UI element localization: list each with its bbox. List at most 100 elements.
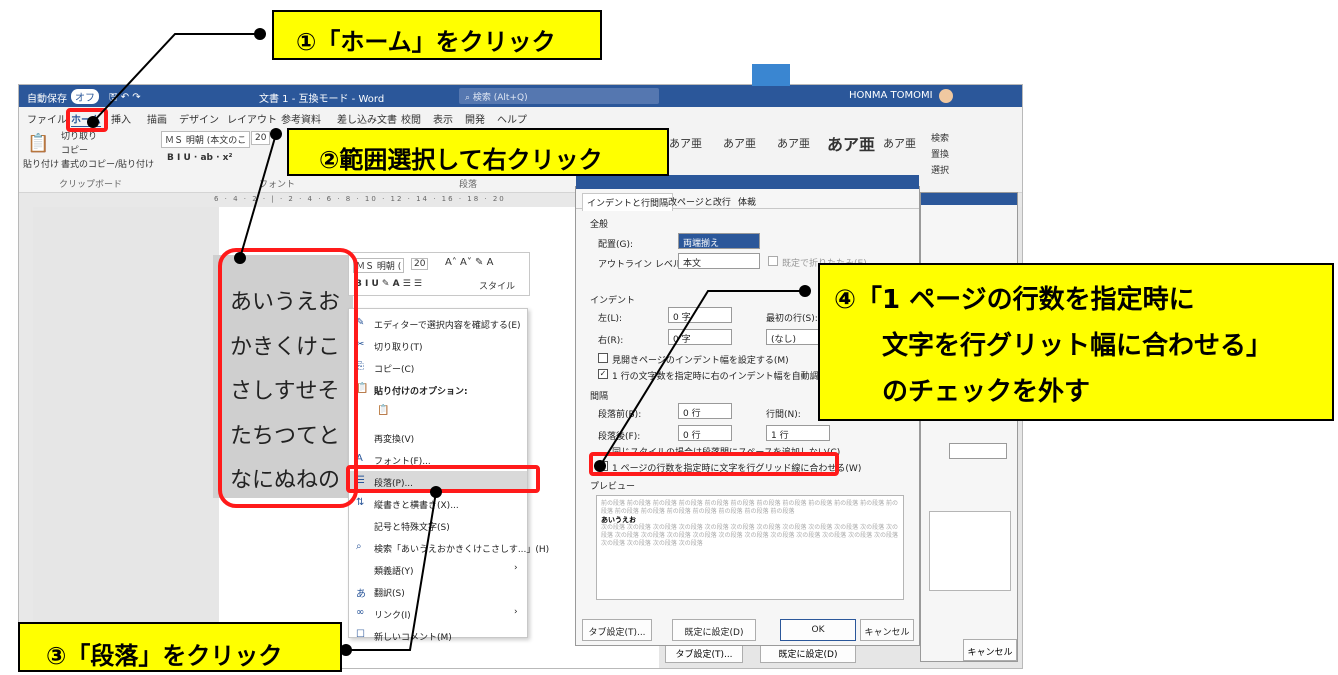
callout-4-line-3: のチェックを外す (882, 377, 1091, 407)
menu-item-copy[interactable]: ⎘ コピー(C) (349, 357, 527, 379)
tab-references[interactable]: 参考資料 (281, 111, 321, 126)
tab-developer[interactable]: 開発 (465, 111, 485, 126)
general-heading: 全般 (590, 220, 609, 230)
right-indent-input[interactable]: 0 字 (668, 329, 732, 345)
after-input[interactable]: 0 行 (678, 425, 732, 441)
style-title[interactable]: あア亜 (883, 135, 916, 151)
menu-item-link[interactable]: ∞ リンク(I) › (349, 603, 527, 625)
mini-styles-label[interactable]: スタイル (479, 279, 515, 292)
autosave-toggle[interactable]: オフ (71, 89, 99, 104)
dialog-tabs: インデントと行間隔 改ページと改行 体裁 (576, 187, 919, 211)
search-input[interactable]: ⌕ 検索 (Alt+Q) (459, 88, 659, 104)
before-label: 段落前(B): (598, 410, 642, 420)
paste-icon[interactable]: 📋 (27, 133, 49, 154)
collapsed-checkbox[interactable] (768, 256, 778, 266)
mirror-indent-label: 見開きページのインデント幅を設定する(M) (612, 356, 789, 366)
style-no-spacing[interactable]: あア亜 (723, 135, 756, 151)
alignment-select[interactable]: 両端揃え (678, 233, 760, 249)
font-name-select[interactable]: ＭＳ 明朝 (本文のこ (161, 131, 251, 148)
menu-item-search[interactable]: ⌕ 検索「あいうえおかきくけこさしす...」(H) (349, 537, 549, 559)
back-dialog-preview (929, 511, 1011, 591)
menu-item-cut[interactable]: ✂ 切り取り(T) (349, 335, 527, 357)
menu-item-comment[interactable]: ☐ 新しいコメント(M) (349, 625, 527, 647)
font-group-label: フォント (259, 180, 296, 190)
avatar[interactable] (939, 89, 953, 103)
tab-help[interactable]: ヘルプ (497, 111, 527, 126)
tabs-button[interactable]: タブ設定(T)... (582, 619, 652, 641)
font-style-buttons[interactable]: B I U · ab · x² (167, 153, 232, 163)
style-normal[interactable]: あア亜 (669, 135, 702, 151)
save-icon[interactable]: 🖫 ↶ ↷ (109, 90, 141, 107)
back-dialog-input[interactable] (949, 443, 1007, 459)
search-icon: ⌕ (356, 541, 362, 552)
tab-layout[interactable]: レイアウト (227, 111, 277, 126)
find-button[interactable]: 検索 (931, 131, 949, 144)
left-indent-input[interactable]: 0 字 (668, 307, 732, 323)
tab-asian-typography[interactable]: 体裁 (738, 195, 756, 208)
format-painter-button[interactable]: 書式のコピー/貼り付け (61, 157, 154, 170)
user-name: HONMA TOMOMI (849, 90, 933, 101)
after-label: 段落後(F): (598, 432, 641, 442)
first-line-select[interactable]: (なし) (766, 329, 826, 345)
tab-file[interactable]: ファイル (27, 111, 67, 126)
paragraph-item-highlight (346, 465, 540, 493)
preview-next-text: 次の段落 次の段落 次の段落 次の段落 次の段落 次の段落 次の段落 次の段落 … (601, 524, 898, 547)
tab-review[interactable]: 校閲 (401, 111, 421, 126)
paste-icon[interactable]: 📋 (377, 405, 389, 416)
cancel-button[interactable]: キャンセル (860, 619, 914, 641)
menu-item-editor[interactable]: ✎ エディターで選択内容を確認する(E) (349, 313, 527, 335)
menu-item-paste[interactable]: 📋 (349, 401, 527, 423)
comment-icon: ☐ (356, 629, 365, 640)
tab-line-page-breaks[interactable]: 改ページと改行 (668, 195, 731, 208)
back-cancel-button[interactable]: キャンセル (963, 639, 1017, 661)
outline-select[interactable]: 本文 (678, 253, 760, 269)
selection-highlight (218, 248, 358, 508)
callout-4-line-2: 文字を行グリット幅に合わせる」 (882, 331, 1273, 361)
text-direction-icon: ⇅ (356, 497, 365, 508)
mini-font-size[interactable]: 20 (411, 258, 429, 270)
tab-insert[interactable]: 挿入 (111, 111, 131, 126)
title-bar: 自動保存 オフ 🖫 ↶ ↷ 文書 1 - 互換モード - Word ⌕ 検索 (… (19, 85, 1022, 107)
before-input[interactable]: 0 行 (678, 403, 732, 419)
line-spacing-select[interactable]: 1 行 (766, 425, 830, 441)
right-indent-label: 右(R): (598, 336, 624, 346)
select-button[interactable]: 選択 (931, 163, 949, 176)
first-line-label: 最初の行(S): (766, 314, 818, 324)
ok-button[interactable]: OK (780, 619, 856, 641)
style-heading1[interactable]: あア亜 (777, 135, 810, 151)
spacing-heading: 間隔 (590, 392, 609, 402)
menu-item-reconvert[interactable]: 再変換(V) (349, 427, 527, 449)
indent-heading: インデント (590, 296, 636, 306)
menu-item-paste-options: 📋 貼り付けのオプション: (356, 383, 468, 397)
font-size-select[interactable]: 20 (251, 131, 271, 145)
line-spacing-label: 行間(N): (766, 410, 801, 420)
auto-indent-checkbox[interactable]: ✓ (598, 369, 608, 379)
menu-item-translate[interactable]: あ翻訳(S) (349, 581, 527, 603)
tab-design[interactable]: デザイン (179, 111, 219, 126)
paste-button[interactable]: 貼り付け (23, 157, 59, 170)
callout-4: ④「1 ページの行数を指定時に 文字を行グリット幅に合わせる」 のチェックを外す (818, 263, 1334, 421)
menu-item-symbols[interactable]: 記号と特殊文字(S) (349, 515, 527, 537)
set-default-button[interactable]: 既定に設定(D) (672, 619, 756, 641)
preview-box: 前の段落 前の段落 前の段落 前の段落 前の段落 前の段落 前の段落 前の段落 … (596, 495, 904, 600)
mini-format-buttons[interactable]: B I U ✎ A ☰ ☰ (355, 279, 422, 289)
tab-view[interactable]: 表示 (433, 111, 453, 126)
connector-dot (234, 252, 246, 264)
tab-indent-spacing[interactable]: インデントと行間隔 (582, 193, 674, 211)
callout-3: ③「段落」をクリック (18, 622, 342, 672)
chevron-right-icon: › (514, 607, 518, 617)
replace-button[interactable]: 置換 (931, 147, 949, 160)
preview-prev-text: 前の段落 前の段落 前の段落 前の段落 前の段落 前の段落 前の段落 前の段落 … (601, 500, 898, 515)
tab-draw[interactable]: 描画 (147, 111, 167, 126)
chevron-right-icon: › (514, 563, 518, 573)
copy-button[interactable]: コピー (61, 143, 88, 156)
tab-mailings[interactable]: 差し込み文書 (337, 111, 397, 126)
style-heading2[interactable]: あア亜 (827, 131, 875, 155)
accent-square (752, 64, 790, 86)
doc-title: 文書 1 - 互換モード - Word (259, 94, 385, 105)
menu-item-synonyms[interactable]: 類義語(Y) › (349, 559, 527, 581)
mini-font-name[interactable]: ＭＳ 明朝 ( (353, 258, 405, 273)
callout-1: ①「ホーム」をクリック (272, 10, 602, 60)
mini-grow-font-icon[interactable]: A˄ A˅ ✎ A (445, 257, 493, 268)
mirror-indent-checkbox[interactable] (598, 353, 608, 363)
